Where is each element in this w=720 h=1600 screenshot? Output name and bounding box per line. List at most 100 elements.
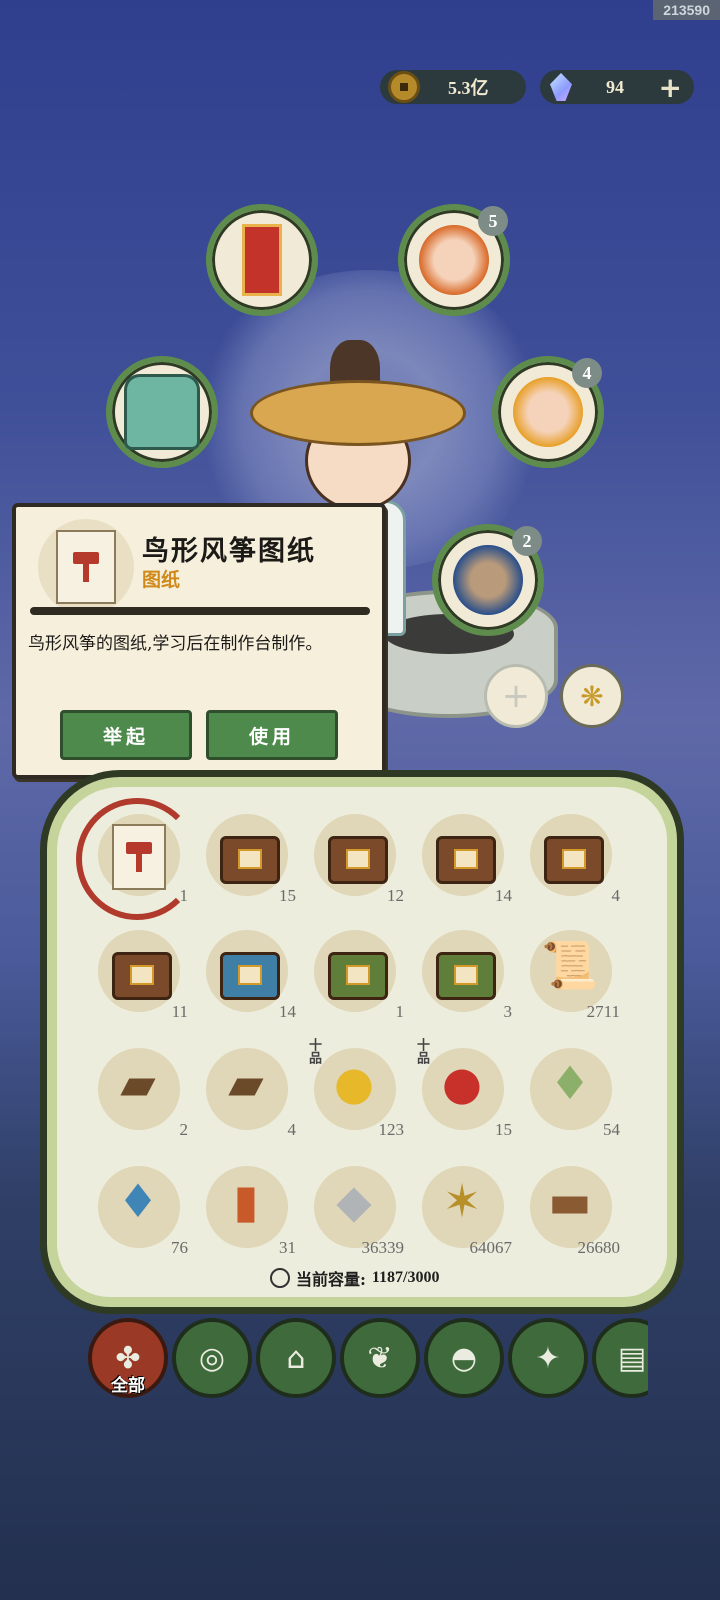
inventory-slot[interactable]: ● 十品 15 (412, 1038, 512, 1142)
add-gems-icon[interactable]: + (659, 71, 682, 104)
item-count: 64067 (469, 1238, 513, 1257)
item-count: 14 (279, 1002, 296, 1021)
chest-icon (220, 952, 280, 1000)
inventory-slot[interactable]: ▰ 2 (88, 1042, 188, 1142)
chest-icon (328, 836, 388, 884)
hero-portrait-icon (513, 377, 583, 447)
hero-slot-3[interactable]: 2 (432, 524, 544, 636)
bowl-icon: ◓ (450, 1340, 478, 1376)
item-count: 15 (495, 1120, 512, 1139)
hero-count-badge: 5 (478, 206, 508, 236)
tray-icon: ▰ (228, 1056, 264, 1110)
inventory-slot[interactable]: 11 (88, 924, 188, 1024)
gem-icon (550, 73, 572, 101)
capacity-label: 当前容量: (296, 1270, 366, 1289)
item-count: 12 (387, 886, 404, 905)
lift-button[interactable]: 举起 (60, 710, 192, 760)
inventory-slot[interactable]: ♦ 76 (88, 1160, 188, 1260)
coin-icon (388, 71, 420, 103)
green-pouch-icon: ♦ (549, 1056, 591, 1110)
scroll-icon: 📜 (541, 938, 599, 992)
filter-building[interactable]: ⌂ (256, 1318, 336, 1398)
inventory-slot[interactable]: 4 (520, 808, 620, 908)
book-icon: ▤ (617, 1340, 647, 1376)
filter-all[interactable]: ✤ 全部 (88, 1318, 168, 1398)
item-count: 2711 (586, 1002, 620, 1021)
chest-icon (436, 836, 496, 884)
inventory-slot[interactable]: 📜 2711 (520, 924, 620, 1024)
item-title: 鸟形风筝图纸 (142, 536, 316, 567)
hero-count-badge: 2 (512, 526, 542, 556)
inventory-slot[interactable]: 14 (412, 808, 512, 908)
item-count: 1 (395, 1002, 405, 1021)
inventory-slot[interactable]: 14 (196, 924, 296, 1024)
house-icon: ⌂ (286, 1340, 306, 1376)
item-tooltip: 鸟形风筝图纸 图纸 鸟形风筝的图纸,学习后在制作台制作。 举起 使用 (12, 503, 386, 779)
item-count: 36339 (361, 1238, 405, 1257)
inventory-slot[interactable]: 1 (304, 924, 404, 1024)
item-count: 4 (287, 1120, 297, 1139)
filter-herb[interactable]: ❦ (340, 1318, 420, 1398)
item-count: 54 (603, 1120, 620, 1139)
insect-button[interactable]: ❋ (560, 664, 624, 728)
blueprint-icon (112, 824, 166, 890)
talisman-slot[interactable] (206, 204, 318, 316)
plus-icon: + (501, 676, 531, 716)
item-count: 31 (279, 1238, 296, 1257)
blueprint-icon (56, 530, 116, 604)
armor-slot[interactable] (106, 356, 218, 468)
hero-portrait-icon (453, 545, 523, 615)
item-type: 图纸 (142, 569, 181, 591)
inventory-slot[interactable]: 15 (196, 808, 296, 908)
red-berries-icon: ● (441, 1056, 483, 1110)
inventory-slot[interactable]: 12 (304, 808, 404, 908)
inventory-slot[interactable]: 3 (412, 924, 512, 1024)
hero-slot-2[interactable]: 4 (492, 356, 604, 468)
capacity-value: 1187/3000 (371, 1269, 440, 1286)
inventory-slot[interactable]: ● 十品 123 (304, 1038, 405, 1142)
tray-icon: ▰ (120, 1056, 156, 1110)
leaf-icon: ❦ (367, 1340, 393, 1376)
coin-value: 5.3亿 (448, 78, 489, 98)
tooltip-item-icon (38, 519, 134, 615)
coin-counter[interactable]: 5.3亿 (380, 70, 526, 104)
moth-icon: ❋ (580, 679, 604, 713)
item-count: 3 (503, 1002, 513, 1021)
item-count: 14 (495, 886, 512, 905)
inventory-slot[interactable]: 1 (76, 798, 198, 920)
capacity-icon (270, 1268, 290, 1288)
chest-icon (220, 836, 280, 884)
item-count: 26680 (577, 1238, 621, 1257)
inventory-slot[interactable]: ▮ 31 (196, 1160, 296, 1260)
talisman-icon (242, 224, 282, 296)
hero-portrait-icon (419, 225, 489, 295)
yellow-berries-icon: ● (333, 1056, 375, 1110)
item-description: 鸟形风筝的图纸,学习后在制作台制作。 (28, 634, 323, 654)
item-count: 123 (378, 1120, 405, 1139)
divider (30, 607, 370, 615)
inventory-slot[interactable]: ▰ 4 (196, 1042, 296, 1142)
inventory-slot[interactable]: ♦ 54 (520, 1042, 620, 1142)
item-count: 1 (179, 886, 189, 905)
item-count: 11 (171, 1002, 188, 1021)
gem-value: 94 (606, 76, 624, 97)
use-button[interactable]: 使用 (206, 710, 338, 760)
quality-tag: 十品 (306, 1038, 321, 1064)
capacity-indicator: 当前容量: 1187/3000 (270, 1266, 439, 1290)
hero-count-badge: 4 (572, 358, 602, 388)
chest-icon (544, 836, 604, 884)
inventory-slot[interactable]: ▬ 26680 (520, 1160, 620, 1260)
filter-food[interactable]: ◓ (424, 1318, 504, 1398)
hero-slot-1[interactable]: 5 (398, 204, 510, 316)
token-icon: ▮ (233, 1174, 259, 1228)
item-count: 2 (179, 1120, 189, 1139)
filter-wood[interactable]: ◎ (172, 1318, 252, 1398)
add-slot-button[interactable]: + (484, 664, 548, 728)
inventory-slot[interactable]: ◆ 36339 (304, 1160, 404, 1260)
item-count: 4 (611, 886, 621, 905)
filter-book[interactable]: ▤ (592, 1318, 648, 1398)
inventory-slot[interactable]: ✶ 64067 (412, 1160, 512, 1260)
item-count: 76 (171, 1238, 188, 1257)
filter-material[interactable]: ✦ (508, 1318, 588, 1398)
gem-counter[interactable]: 94 + (540, 70, 694, 104)
